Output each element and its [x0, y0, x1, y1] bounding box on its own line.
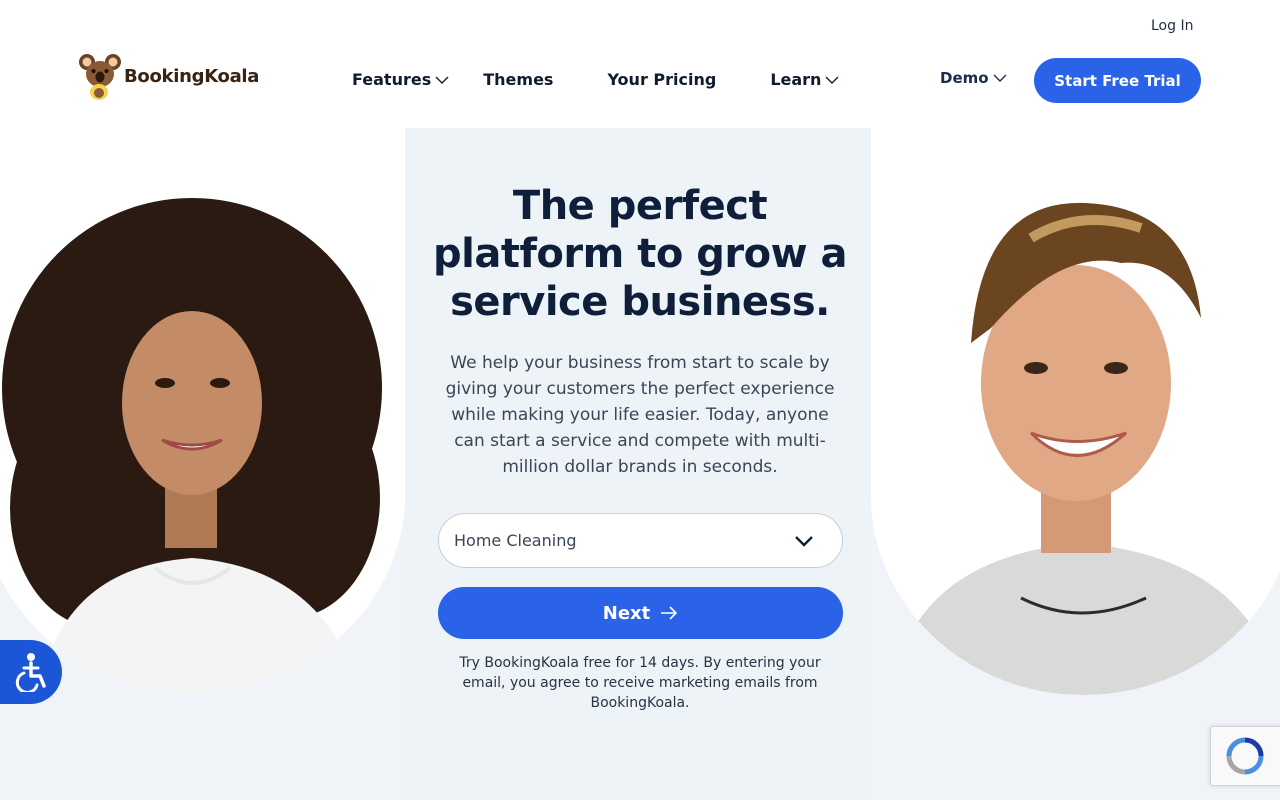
service-type-select[interactable]: Home Cleaning [438, 513, 843, 568]
main-nav: Features Themes Your Pricing Learn [352, 70, 839, 89]
hero-title: The perfect platform to grow a service b… [433, 183, 847, 325]
nav-item-your-pricing[interactable]: Your Pricing [607, 70, 716, 89]
demo-dropdown[interactable]: Demo [940, 69, 1007, 87]
brand-logo[interactable]: BookingKoala [78, 52, 259, 100]
login-link[interactable]: Log In [1151, 18, 1193, 34]
nav-item-themes[interactable]: Themes [483, 70, 553, 89]
accessibility-button[interactable] [0, 640, 62, 704]
service-type-value: Home Cleaning [454, 531, 577, 550]
nav-item-features[interactable]: Features [352, 70, 449, 89]
hero-description: We help your business from start to scal… [445, 353, 835, 477]
nav-item-label: Themes [483, 70, 554, 89]
chevron-down-icon [825, 76, 839, 84]
woman-illustration [0, 128, 405, 693]
accessibility-icon [15, 653, 46, 692]
woman-photo [0, 128, 405, 693]
next-label: Next [602, 602, 651, 624]
man-photo [871, 128, 1280, 695]
arrow-right-icon [661, 606, 678, 620]
demo-label: Demo [940, 69, 989, 87]
koala-logo-icon [79, 54, 121, 100]
next-button[interactable]: Next [438, 587, 843, 639]
nav-item-label: Features [352, 70, 432, 89]
man-illustration [871, 128, 1280, 695]
nav-item-label: Learn [770, 70, 822, 89]
nav-item-label: Your Pricing [607, 70, 717, 89]
recaptcha-icon [1226, 737, 1264, 775]
landing-page: Log In BookingKoala Features Themes Your… [0, 0, 1280, 800]
start-free-trial-button[interactable]: Start Free Trial [1034, 58, 1201, 103]
nav-item-learn[interactable]: Learn [770, 70, 839, 89]
brand-name: BookingKoala [124, 65, 260, 87]
chevron-down-icon [993, 74, 1007, 82]
chevron-down-icon [435, 76, 449, 84]
trial-disclaimer: Try BookingKoala free for 14 days. By en… [459, 655, 821, 711]
recaptcha-badge[interactable] [1210, 726, 1280, 786]
chevron-down-icon [795, 535, 813, 547]
